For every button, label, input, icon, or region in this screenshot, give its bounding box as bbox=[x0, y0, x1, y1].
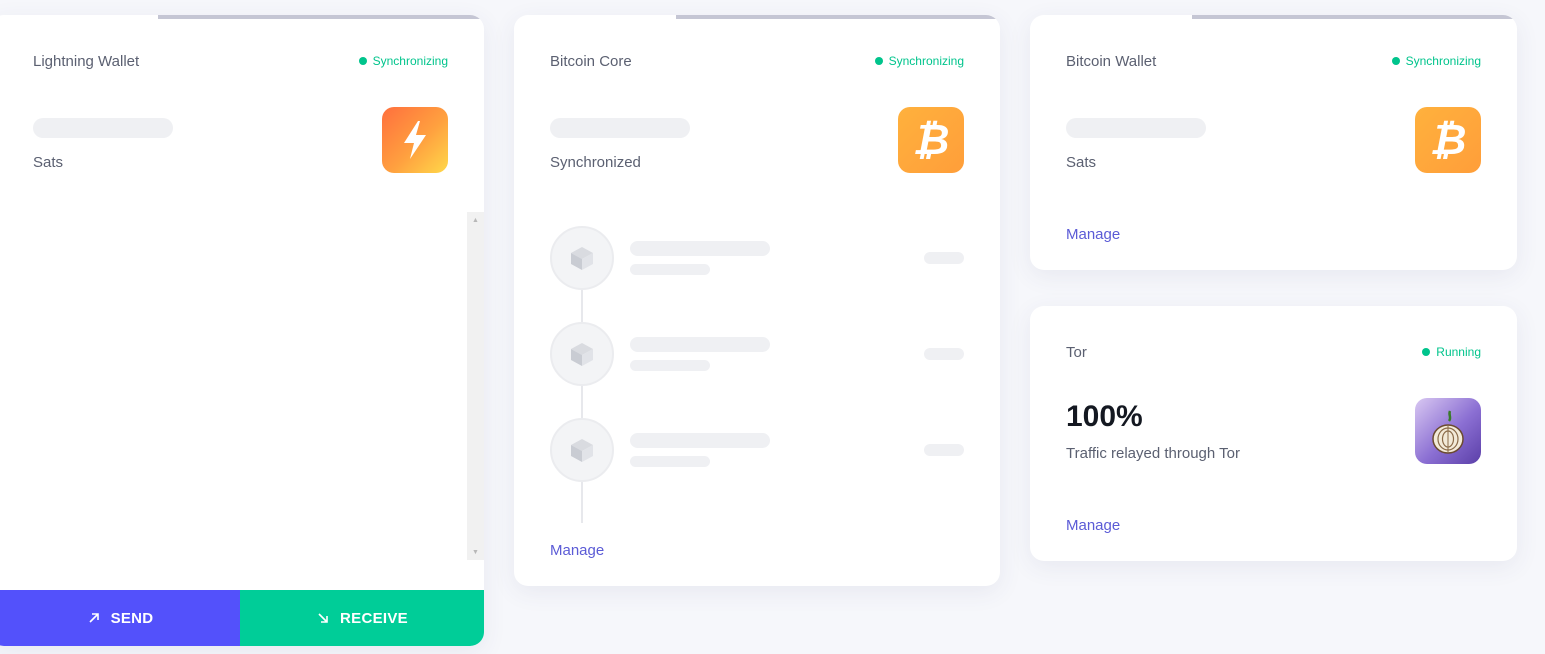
lightning-wallet-status: Synchronizing bbox=[358, 54, 448, 68]
tor-status: Running bbox=[1422, 345, 1481, 359]
block-title-skeleton bbox=[630, 241, 770, 256]
receive-button[interactable]: RECEIVE bbox=[240, 590, 484, 646]
bitcoin-icon: ₿ bbox=[1415, 107, 1481, 173]
block-time-skeleton bbox=[924, 252, 964, 264]
balance-skeleton bbox=[1066, 118, 1206, 138]
send-button[interactable]: SEND bbox=[0, 590, 240, 646]
block-title-skeleton bbox=[630, 337, 770, 352]
block-cube-icon bbox=[550, 226, 614, 290]
tor-onion-icon bbox=[1415, 398, 1481, 464]
lightning-scrollbar[interactable]: ▲ ▼ bbox=[467, 212, 484, 560]
bitcoin-core-progress-fill bbox=[676, 15, 1000, 19]
bitcoin-core-card: Bitcoin Core Synchronizing Synchronized … bbox=[514, 15, 1000, 586]
block-height-skeleton bbox=[550, 118, 690, 138]
bitcoin-wallet-title: Bitcoin Wallet bbox=[1066, 53, 1157, 70]
block-title-skeleton bbox=[630, 433, 770, 448]
scrollbar-thumb[interactable] bbox=[467, 228, 484, 544]
sync-state-label: Synchronized bbox=[550, 154, 641, 171]
bitcoin-icon: ₿ bbox=[898, 107, 964, 173]
lightning-wallet-progress-fill bbox=[158, 15, 484, 19]
tor-description: Traffic relayed through Tor bbox=[1066, 445, 1240, 462]
bitcoin-core-manage-link[interactable]: Manage bbox=[550, 542, 604, 559]
status-dot-icon bbox=[358, 57, 367, 65]
bitcoin-wallet-card: Bitcoin Wallet Synchronizing Sats ₿ Mana… bbox=[1030, 15, 1517, 270]
scroll-up-icon[interactable]: ▲ bbox=[467, 212, 484, 228]
block-subtitle-skeleton bbox=[630, 264, 710, 275]
tor-title: Tor bbox=[1066, 344, 1087, 361]
block-time-skeleton bbox=[924, 444, 964, 456]
bitcoin-wallet-status: Synchronizing bbox=[1391, 54, 1481, 68]
status-label: Synchronizing bbox=[888, 54, 964, 68]
arrow-up-right-icon bbox=[88, 613, 99, 623]
tor-card: Tor Running 100% Traffic relayed through… bbox=[1030, 306, 1517, 561]
bitcoin-wallet-manage-link[interactable]: Manage bbox=[1066, 226, 1120, 243]
status-label: Synchronizing bbox=[1405, 54, 1481, 68]
block-cube-icon bbox=[550, 322, 614, 386]
scroll-down-icon[interactable]: ▼ bbox=[467, 544, 484, 560]
status-label: Synchronizing bbox=[372, 54, 448, 68]
status-dot-icon bbox=[1391, 57, 1400, 65]
send-button-label: SEND bbox=[110, 609, 154, 627]
bitcoin-wallet-progress bbox=[1030, 15, 1517, 19]
block-time-skeleton bbox=[924, 348, 964, 360]
receive-button-label: RECEIVE bbox=[340, 609, 408, 627]
tor-manage-link[interactable]: Manage bbox=[1066, 517, 1120, 534]
bitcoin-wallet-unit-label: Sats bbox=[1066, 154, 1097, 171]
status-dot-icon bbox=[874, 57, 883, 65]
bitcoin-wallet-progress-fill bbox=[1192, 15, 1517, 19]
tor-traffic-percentage: 100% bbox=[1066, 400, 1143, 433]
lightning-wallet-card: Lightning Wallet Synchronizing Sats ▲ ▼ … bbox=[0, 15, 484, 646]
lightning-unit-label: Sats bbox=[33, 154, 64, 171]
balance-skeleton bbox=[33, 118, 173, 138]
status-dot-icon bbox=[1422, 348, 1431, 356]
arrow-down-right-icon bbox=[318, 613, 328, 623]
lightning-wallet-progress bbox=[0, 15, 484, 19]
block-cube-icon bbox=[550, 418, 614, 482]
block-subtitle-skeleton bbox=[630, 456, 710, 467]
lightning-wallet-title: Lightning Wallet bbox=[33, 53, 140, 70]
bitcoin-core-title: Bitcoin Core bbox=[550, 53, 632, 70]
bitcoin-core-status: Synchronizing bbox=[874, 54, 964, 68]
bitcoin-core-progress bbox=[514, 15, 1000, 19]
block-subtitle-skeleton bbox=[630, 360, 710, 371]
status-label: Running bbox=[1436, 345, 1481, 359]
lightning-bolt-icon bbox=[382, 107, 448, 173]
